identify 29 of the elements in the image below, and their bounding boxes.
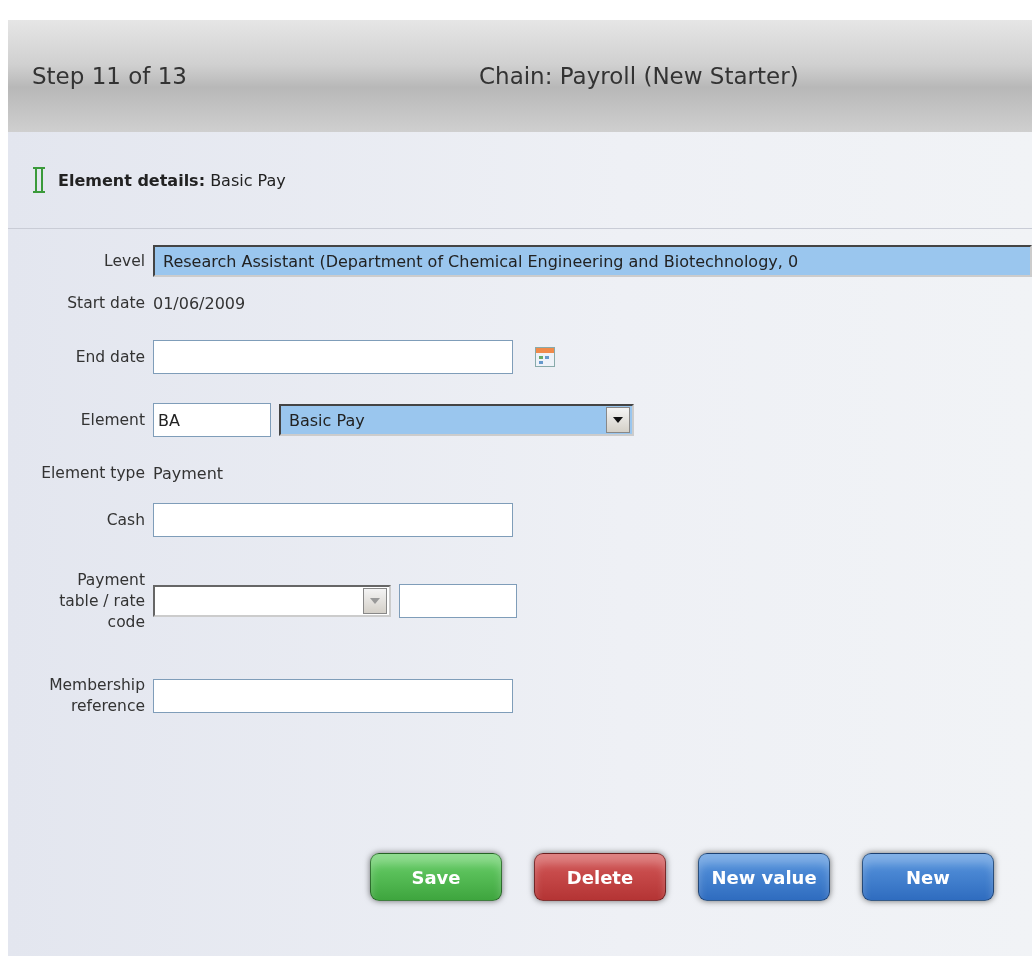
delete-button[interactable]: Delete xyxy=(534,853,666,901)
caret-icon xyxy=(613,417,623,423)
caret-icon xyxy=(370,598,380,604)
field-label: Start date xyxy=(66,292,145,314)
code-input[interactable]: BA xyxy=(153,403,271,437)
field-value: 01/06/2009 xyxy=(153,293,246,313)
field-label: Cash xyxy=(105,509,145,531)
calendar-icon[interactable] xyxy=(535,347,555,367)
chain-title: Chain: Payroll (New Starter) xyxy=(479,63,799,89)
field-label: Membership reference xyxy=(48,675,145,717)
date-input[interactable] xyxy=(153,340,513,374)
field-label: Element xyxy=(79,409,145,431)
field-label: End date xyxy=(74,346,145,368)
field-value: Payment xyxy=(153,463,224,483)
rate-code-input[interactable] xyxy=(399,584,517,618)
level-select[interactable]: Research Assistant (Department of Chemical Engineering and Biotechnology, 0 xyxy=(153,245,1032,277)
field-label: Element type xyxy=(40,462,145,484)
action-button[interactable]: New value xyxy=(698,853,830,901)
section-title: Element details: Basic Pay xyxy=(58,170,286,190)
element-icon xyxy=(32,167,46,193)
save-button[interactable]: Save xyxy=(370,853,502,901)
text-input[interactable] xyxy=(153,679,513,713)
dropdown-button[interactable] xyxy=(606,407,630,433)
field-label: Payment table / rate code xyxy=(58,569,145,633)
action-button[interactable]: New xyxy=(862,853,994,901)
element-select[interactable]: Basic Pay xyxy=(279,404,634,436)
text-input[interactable] xyxy=(153,503,513,537)
step-counter: Step 11 of 13 xyxy=(31,63,188,89)
field-label: Level xyxy=(103,250,145,272)
